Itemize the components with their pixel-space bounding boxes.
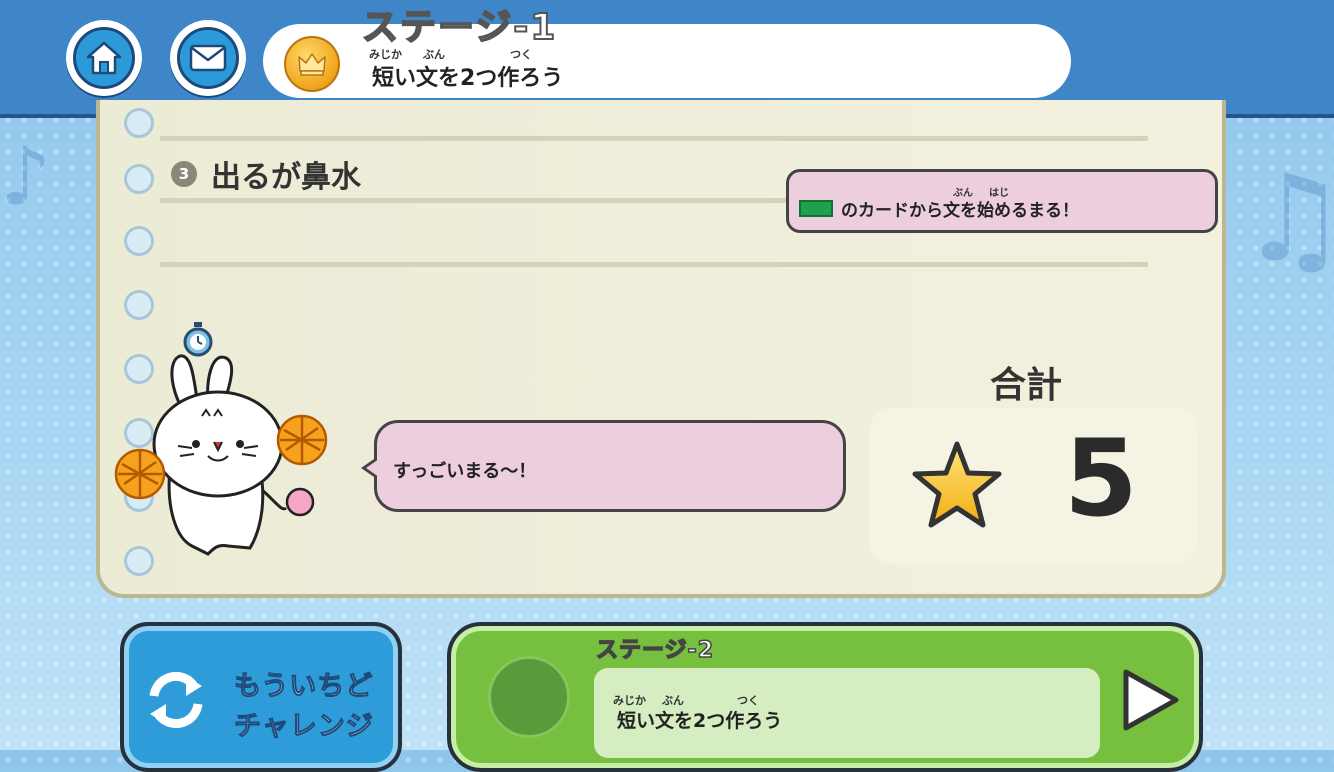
notebook-rule [160, 262, 1148, 267]
total-score-value: 5 [1064, 417, 1138, 540]
notebook-ring [124, 226, 154, 256]
notebook-rule [160, 136, 1148, 141]
notebook-rule [160, 198, 800, 203]
retry-label-line1: もういちど [233, 671, 374, 703]
hint-bubble: ぶん はじ のカードから文を始めるまる！ [786, 169, 1218, 233]
home-button[interactable] [66, 20, 142, 96]
crown-coin-icon [284, 36, 340, 92]
refresh-icon [149, 672, 203, 728]
mail-button[interactable] [170, 20, 246, 96]
notebook-ring [124, 164, 154, 194]
stage-title: ステージ-1 [361, 6, 558, 49]
total-label: 合計 [990, 365, 1063, 406]
green-card-chip [799, 200, 833, 217]
rabbit-mascot [114, 322, 328, 556]
built-sentence: 出るが鼻水 [211, 160, 361, 195]
retry-label-line2: チャレンジ [234, 711, 374, 743]
next-stage-medal-slot [488, 656, 570, 738]
next-task-text: 短い文を2つ作ろう [617, 710, 783, 732]
notebook-ring [124, 108, 154, 138]
home-icon [86, 41, 122, 75]
next-stage-title: ステージ-2 [595, 637, 714, 664]
star-icon [912, 441, 1002, 528]
mascot-speech-bubble: すっごいまる〜！ [361, 420, 846, 512]
music-note-decoration: ♫ [1240, 150, 1334, 289]
play-arrow-icon[interactable] [1118, 668, 1182, 732]
task-text: 短い文を2つ作ろう [372, 66, 564, 91]
sentence-number-badge: 3 [171, 161, 197, 187]
notebook-ring [124, 290, 154, 320]
music-note-decoration: ♪ [0, 130, 52, 223]
speech-text: すっごいまる〜！ [393, 461, 537, 482]
hint-text: のカードから文を始めるまる！ [841, 201, 1079, 221]
mail-icon [189, 44, 227, 72]
